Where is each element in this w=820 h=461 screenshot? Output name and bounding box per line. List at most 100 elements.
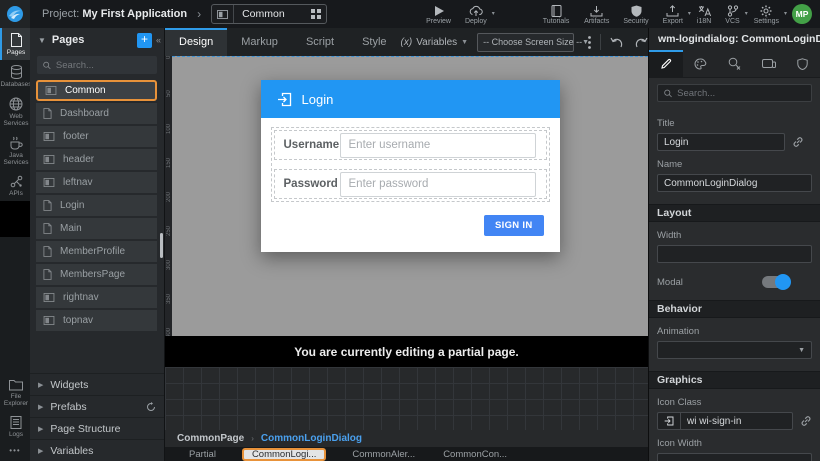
page-item-dashboard[interactable]: Dashboard [36,103,157,124]
form-widget-group[interactable]: Username Password [271,127,550,202]
name-input[interactable] [657,174,812,192]
tab-design[interactable]: Design [165,28,227,56]
bind-link-icon[interactable] [800,415,812,427]
page-item-header[interactable]: header [36,149,157,170]
refresh-icon[interactable] [146,402,156,412]
activity-rail: Pages Databases Web Services Java Servic… [0,28,30,461]
password-field-widget[interactable]: Password [274,169,547,199]
password-input[interactable] [340,172,536,197]
vcs-button[interactable]: ▾ VCS [718,2,746,26]
rail-item-apis[interactable]: APIs [0,170,30,201]
undo-icon[interactable] [604,37,629,48]
more-options-icon[interactable]: ••• [0,442,30,461]
scrollbar[interactable] [160,233,163,258]
security-button[interactable]: Security [616,2,655,26]
page-item-main[interactable]: Main [36,218,157,239]
width-input[interactable] [657,245,812,263]
modal-toggle[interactable] [762,276,790,288]
properties-search[interactable] [657,84,812,102]
tab-events[interactable] [717,50,751,77]
username-field-widget[interactable]: Username [274,130,547,160]
tutorials-button[interactable]: Tutorials [536,2,577,26]
palette-icon [694,58,707,70]
page-item-common[interactable]: Common [36,80,157,101]
rail-item-java-services[interactable]: Java Services [0,131,30,170]
tab-style[interactable]: Style [348,28,400,56]
top-bar: Project: My First Application › Common P… [0,0,820,28]
rail-item-file-explorer[interactable]: File Explorer [0,374,30,411]
pages-search[interactable] [37,56,157,74]
tab-styles[interactable] [683,50,717,77]
tab-devices[interactable] [752,50,786,77]
user-avatar[interactable]: MP [792,4,812,24]
tab-markup[interactable]: Markup [227,28,292,56]
section-prefabs[interactable]: ▶ Prefabs [30,395,164,417]
kebab-menu-icon[interactable] [582,36,597,49]
section-variables[interactable]: ▶ Variables [30,439,164,461]
username-input[interactable] [340,133,536,158]
settings-button[interactable]: ▾ Settings [747,2,786,26]
partial-icon [43,132,55,141]
page-selector-dropdown[interactable]: Common [211,4,327,24]
properties-search-input[interactable] [677,88,805,99]
page-item-topnav[interactable]: topnav [36,310,157,331]
breadcrumb-commonpage[interactable]: CommonPage [177,433,244,444]
rail-item-logs[interactable]: Logs [0,411,30,442]
page-item-memberprofile[interactable]: MemberProfile [36,241,157,262]
icon-preview-box[interactable] [657,412,681,430]
database-icon [10,65,23,79]
tab-security[interactable] [786,50,820,77]
logs-icon [10,416,22,429]
section-layout: Layout [649,204,820,222]
section-behavior: Behavior [649,300,820,318]
page-item-login[interactable]: Login [36,195,157,216]
page-item-leftnav[interactable]: leftnav [36,172,157,193]
caret-down-icon[interactable]: ▼ [38,36,46,45]
tab-partial[interactable]: Partial [175,447,230,461]
sign-in-button[interactable]: SIGN IN [484,215,543,236]
deploy-button[interactable]: ▾ Deploy [458,2,494,26]
tab-commonalertdialog[interactable]: CommonAler... [338,447,429,461]
tab-commonconfirmdialog[interactable]: CommonCon... [429,447,521,461]
preview-button[interactable]: Preview [419,2,458,26]
gear-icon [760,5,772,17]
screen-size-select[interactable]: -- Choose Screen Size -- ▼ [477,33,574,52]
rail-item-pages[interactable]: Pages [0,28,30,60]
sign-in-icon [277,92,292,107]
bind-link-icon[interactable] [792,136,804,148]
collapse-panel-icon[interactable]: « [156,35,161,45]
section-graphics: Graphics [649,371,820,389]
page-item-rightnav[interactable]: rightnav [36,287,157,308]
icon-width-input[interactable] [657,453,812,461]
section-page-structure[interactable]: ▶ Page Structure [30,417,164,439]
pages-search-input[interactable] [56,60,151,71]
partial-icon [43,155,55,164]
username-label: Username [284,139,340,151]
title-input[interactable] [657,133,785,151]
page-item-footer[interactable]: footer [36,126,157,147]
export-button[interactable]: ▾ Export [656,2,690,26]
tab-script[interactable]: Script [292,28,348,56]
breadcrumb-chevron-icon: › [251,434,254,443]
artifacts-button[interactable]: Artifacts [577,2,616,26]
grid-icon[interactable] [306,9,326,19]
tab-commonlogindialog[interactable]: CommonLogi... [242,448,326,461]
dialog-title: Login [302,92,334,107]
breadcrumb-commonlogindialog[interactable]: CommonLoginDialog [261,433,362,444]
section-widgets[interactable]: ▶ Widgets [30,373,164,395]
add-page-button[interactable]: + [137,33,152,48]
coffee-icon [9,136,23,150]
icon-class-input[interactable] [681,412,793,430]
i18n-button[interactable]: i18N [690,2,718,26]
app-logo[interactable] [0,0,30,28]
page-item-memberspage[interactable]: MembersPage [36,264,157,285]
login-dialog[interactable]: Login Username Password [261,80,560,252]
tab-properties[interactable] [649,50,683,77]
globe-icon [9,97,23,111]
variables-dropdown[interactable]: (x) Variables ▼ [401,37,469,48]
rail-item-web-services[interactable]: Web Services [0,92,30,131]
animation-select[interactable]: ▼ [657,341,812,359]
rail-item-databases[interactable]: Databases [0,60,30,92]
dialog-header[interactable]: Login [261,80,560,118]
properties-panel: wm-logindialog: CommonLoginDialog [648,28,820,461]
